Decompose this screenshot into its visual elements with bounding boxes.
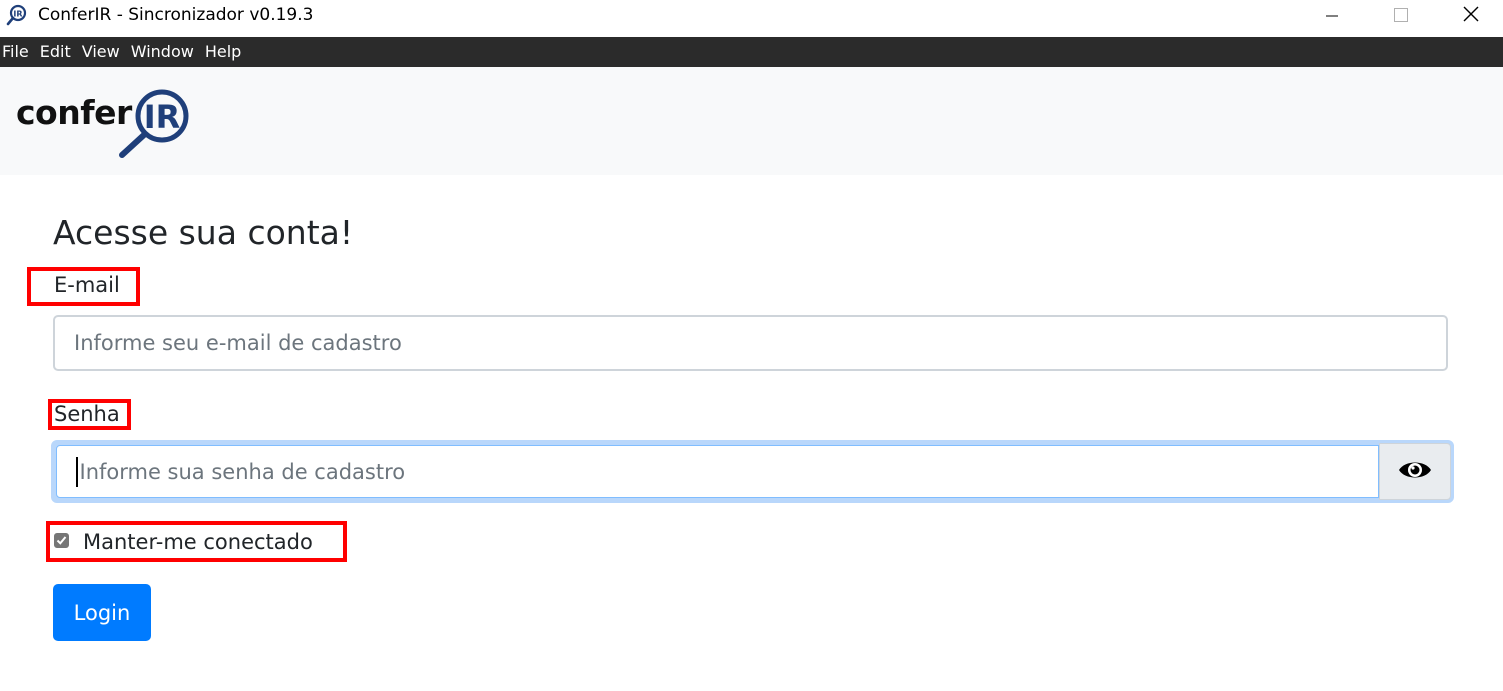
text-caret bbox=[76, 456, 78, 487]
toggle-password-button[interactable] bbox=[1379, 443, 1451, 500]
password-label: Senha bbox=[54, 402, 120, 426]
password-placeholder: Informe sua senha de cadastro bbox=[79, 459, 406, 484]
password-input[interactable]: Informe sua senha de cadastro bbox=[56, 445, 1379, 498]
email-input[interactable]: Informe seu e-mail de cadastro bbox=[53, 315, 1448, 371]
email-label: E-mail bbox=[54, 273, 120, 297]
eye-icon bbox=[1398, 458, 1432, 486]
maximize-icon bbox=[1394, 7, 1408, 26]
maximize-button[interactable] bbox=[1366, 0, 1436, 32]
window-titlebar: IR ConferIR - Sincronizador v0.19.3 bbox=[0, 0, 1503, 37]
menu-bar: File Edit View Window Help bbox=[0, 37, 1503, 67]
remember-label[interactable]: Manter-me conectado bbox=[83, 530, 313, 554]
svg-text:IR: IR bbox=[144, 98, 181, 136]
svg-text:IR: IR bbox=[13, 10, 22, 19]
svg-text:confer: confer bbox=[16, 93, 133, 132]
menu-file[interactable]: File bbox=[2, 37, 36, 67]
window-title: ConferIR - Sincronizador v0.19.3 bbox=[38, 5, 314, 25]
app-logo-icon: IR bbox=[6, 4, 28, 26]
login-button[interactable]: Login bbox=[53, 584, 151, 641]
remember-checkbox[interactable] bbox=[54, 532, 69, 548]
menu-help[interactable]: Help bbox=[205, 37, 248, 67]
app-header: confer IR bbox=[0, 67, 1503, 175]
minimize-icon bbox=[1326, 7, 1338, 26]
close-icon bbox=[1463, 6, 1479, 26]
password-input-group: Informe sua senha de cadastro bbox=[51, 440, 1454, 503]
email-placeholder: Informe seu e-mail de cadastro bbox=[74, 331, 402, 355]
page-title: Acesse sua conta! bbox=[53, 213, 354, 252]
conferir-logo: confer IR bbox=[14, 85, 204, 159]
menu-view[interactable]: View bbox=[82, 37, 127, 67]
menu-edit[interactable]: Edit bbox=[40, 37, 78, 67]
close-button[interactable] bbox=[1436, 0, 1503, 32]
minimize-button[interactable] bbox=[1297, 0, 1367, 32]
remember-me-row: Manter-me conectado bbox=[54, 530, 313, 554]
menu-window[interactable]: Window bbox=[131, 37, 201, 67]
